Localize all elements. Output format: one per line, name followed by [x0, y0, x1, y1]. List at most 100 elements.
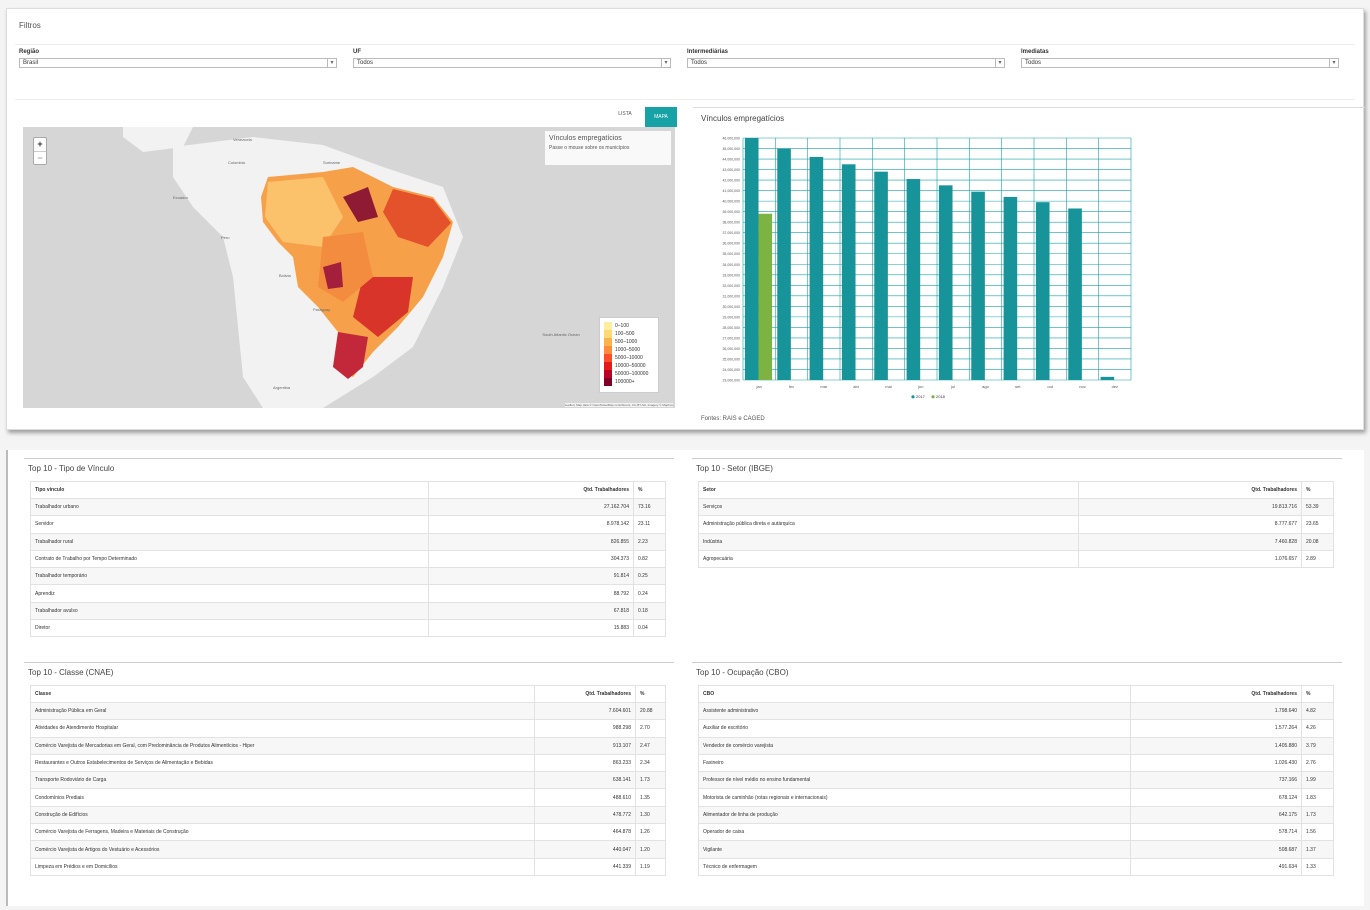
y-tick-label: 43,000,000: [722, 168, 740, 172]
chevron-down-icon[interactable]: ▾: [995, 59, 1004, 67]
row-count: 826.855: [428, 532, 634, 551]
place-label: Venezuela: [233, 137, 252, 142]
legend-label: 100–500: [615, 331, 635, 337]
intermediarias-select[interactable]: Todos ▾: [687, 58, 1005, 68]
column-header[interactable]: Setor: [698, 481, 1079, 499]
row-percent: 1.73: [635, 771, 666, 790]
legend-label: 100000+: [615, 379, 635, 385]
row-count: 488.610: [534, 788, 636, 807]
bar-2017-set: [1003, 196, 1018, 380]
row-count: 1.076.657: [1078, 549, 1302, 569]
row-percent: 23.65: [1301, 515, 1334, 534]
choropleth-map[interactable]: Venezuela Colombia Suriname Ecuador Peru…: [23, 127, 675, 408]
x-tick-label: abr: [853, 384, 859, 389]
row-label: Comércio Varejista de Ferragens, Madeira…: [30, 823, 535, 842]
place-label: Suriname: [323, 160, 341, 165]
chart-title: Vínculos empregatícios: [701, 114, 785, 123]
map-canvas[interactable]: [23, 127, 675, 408]
table-setor: Setor Qtd. Trabalhadores % Serviços 19.81…: [698, 481, 1334, 569]
column-header[interactable]: %: [633, 481, 666, 499]
tab-lista[interactable]: LISTA: [609, 111, 641, 117]
column-header[interactable]: Qtd. Trabalhadores: [1130, 685, 1302, 703]
column-header[interactable]: %: [635, 685, 666, 703]
row-count: 1.577.264: [1130, 719, 1302, 738]
row-percent: 4.82: [1301, 701, 1334, 721]
bar-2017-out: [1035, 202, 1050, 380]
table-card-tipo-vinculo: Top 10 - Tipo de Vínculo Tipo vínculo Qt…: [24, 458, 674, 638]
chevron-down-icon[interactable]: ▾: [661, 59, 670, 67]
row-percent: 2.70: [635, 719, 666, 738]
legend-swatch: [604, 322, 612, 330]
row-percent: 1.73: [1301, 805, 1334, 825]
row-percent: 1.19: [635, 857, 666, 876]
table-card-setor: Top 10 - Setor (IBGE) Setor Qtd. Trabalh…: [692, 458, 1342, 569]
row-percent: 1.83: [1301, 788, 1334, 807]
select-value: Brasil: [23, 60, 39, 66]
zoom-in-button[interactable]: +: [34, 138, 46, 151]
column-header[interactable]: Classe: [30, 685, 535, 703]
row-percent: 0.18: [633, 601, 666, 621]
row-label: Administração Pública em Geral: [30, 701, 535, 721]
filter-label: Imediatas: [1021, 49, 1049, 55]
filter-imediatas: Imediatas Todos ▾: [1021, 49, 1339, 68]
x-tick-label: nov: [1079, 384, 1085, 389]
table-row: Vigilante 508.687 1.37: [698, 840, 1334, 859]
column-header[interactable]: %: [1301, 481, 1334, 499]
column-header[interactable]: Tipo vínculo: [30, 481, 429, 499]
row-label: Serviços: [698, 497, 1079, 517]
table-tipo-vinculo: Tipo vínculo Qtd. Trabalhadores % Trabal…: [30, 481, 666, 638]
table-row: Indústria 7.460.828 20.08: [698, 532, 1334, 551]
tab-mapa[interactable]: MAPA: [645, 107, 677, 127]
y-tick-label: 29,000,000: [722, 315, 740, 319]
table-row: Auxiliar de escritório 1.577.264 4.26: [698, 719, 1334, 738]
select-value: Todos: [691, 60, 708, 66]
row-count: 988.298: [534, 719, 636, 738]
column-header[interactable]: CBO: [698, 685, 1131, 703]
map-attribution[interactable]: Leaflet | Map data © OpenStreetMap contr…: [564, 403, 673, 407]
row-count: 508.687: [1130, 840, 1302, 859]
bar-2017-mar: [809, 156, 824, 380]
zoom-out-button[interactable]: −: [34, 151, 46, 164]
row-percent: 1.99: [1301, 771, 1334, 790]
table-row: Diretor 15.883 0.04: [30, 619, 666, 638]
table-card-classe: Top 10 - Classe (CNAE) Classe Qtd. Traba…: [24, 662, 674, 876]
chart-footnote: Fontes: RAIS e CAGED: [701, 416, 765, 422]
bar-2017-nov: [1068, 208, 1082, 380]
table-row: Operador de caixa 578.714 1.56: [698, 823, 1334, 842]
y-tick-label: 23,000,000: [722, 379, 740, 383]
chevron-down-icon[interactable]: ▾: [1329, 59, 1338, 67]
row-count: 1.798.640: [1130, 701, 1302, 721]
column-header[interactable]: %: [1301, 685, 1334, 703]
column-header[interactable]: Qtd. Trabalhadores: [534, 685, 636, 703]
select-value: Todos: [1025, 60, 1042, 66]
bar-chart: 46,000,000 45,000,000 44,000,000 43,000,000…: [722, 137, 1132, 399]
bar-2017-dez: [1100, 376, 1115, 380]
table-classe: Classe Qtd. Trabalhadores % Administraçã…: [30, 685, 666, 876]
table-row: Condomínios Prediais 488.610 1.35: [30, 788, 666, 807]
column-header[interactable]: Qtd. Trabalhadores: [428, 481, 634, 499]
chevron-down-icon[interactable]: ▾: [327, 59, 336, 67]
column-header[interactable]: Qtd. Trabalhadores: [1078, 481, 1302, 499]
filter-uf: UF Todos ▾: [353, 49, 671, 68]
row-percent: 3.79: [1301, 736, 1334, 755]
y-tick-label: 26,000,000: [722, 347, 740, 351]
x-tick-label: jun: [917, 384, 923, 389]
row-count: 578.714: [1130, 823, 1302, 842]
table-row: Trabalhador urbano 27.162.704 73.16: [30, 497, 666, 517]
regiao-select[interactable]: Brasil ▾: [19, 58, 337, 68]
row-label: Trabalhador urbano: [30, 497, 429, 517]
filters-panel: Filtros Região Brasil ▾ UF Todos ▾ Inter…: [6, 8, 1365, 430]
row-label: Comércio Varejista de Mercadorias em Ger…: [30, 736, 535, 755]
uf-select[interactable]: Todos ▾: [353, 58, 671, 68]
row-percent: 1.35: [635, 788, 666, 807]
row-count: 464.878: [534, 823, 636, 842]
row-label: Auxiliar de escritório: [698, 719, 1131, 738]
place-label: Ecuador: [173, 195, 188, 200]
legend-label: 500–1000: [615, 339, 638, 345]
legend-item: 0–100: [604, 322, 654, 330]
divider: [15, 99, 1355, 100]
imediatas-select[interactable]: Todos ▾: [1021, 58, 1339, 68]
filter-label: Intermediárias: [687, 49, 729, 55]
row-count: 440.047: [534, 840, 636, 859]
tables-panel: Top 10 - Tipo de Vínculo Tipo vínculo Qt…: [6, 450, 1364, 906]
